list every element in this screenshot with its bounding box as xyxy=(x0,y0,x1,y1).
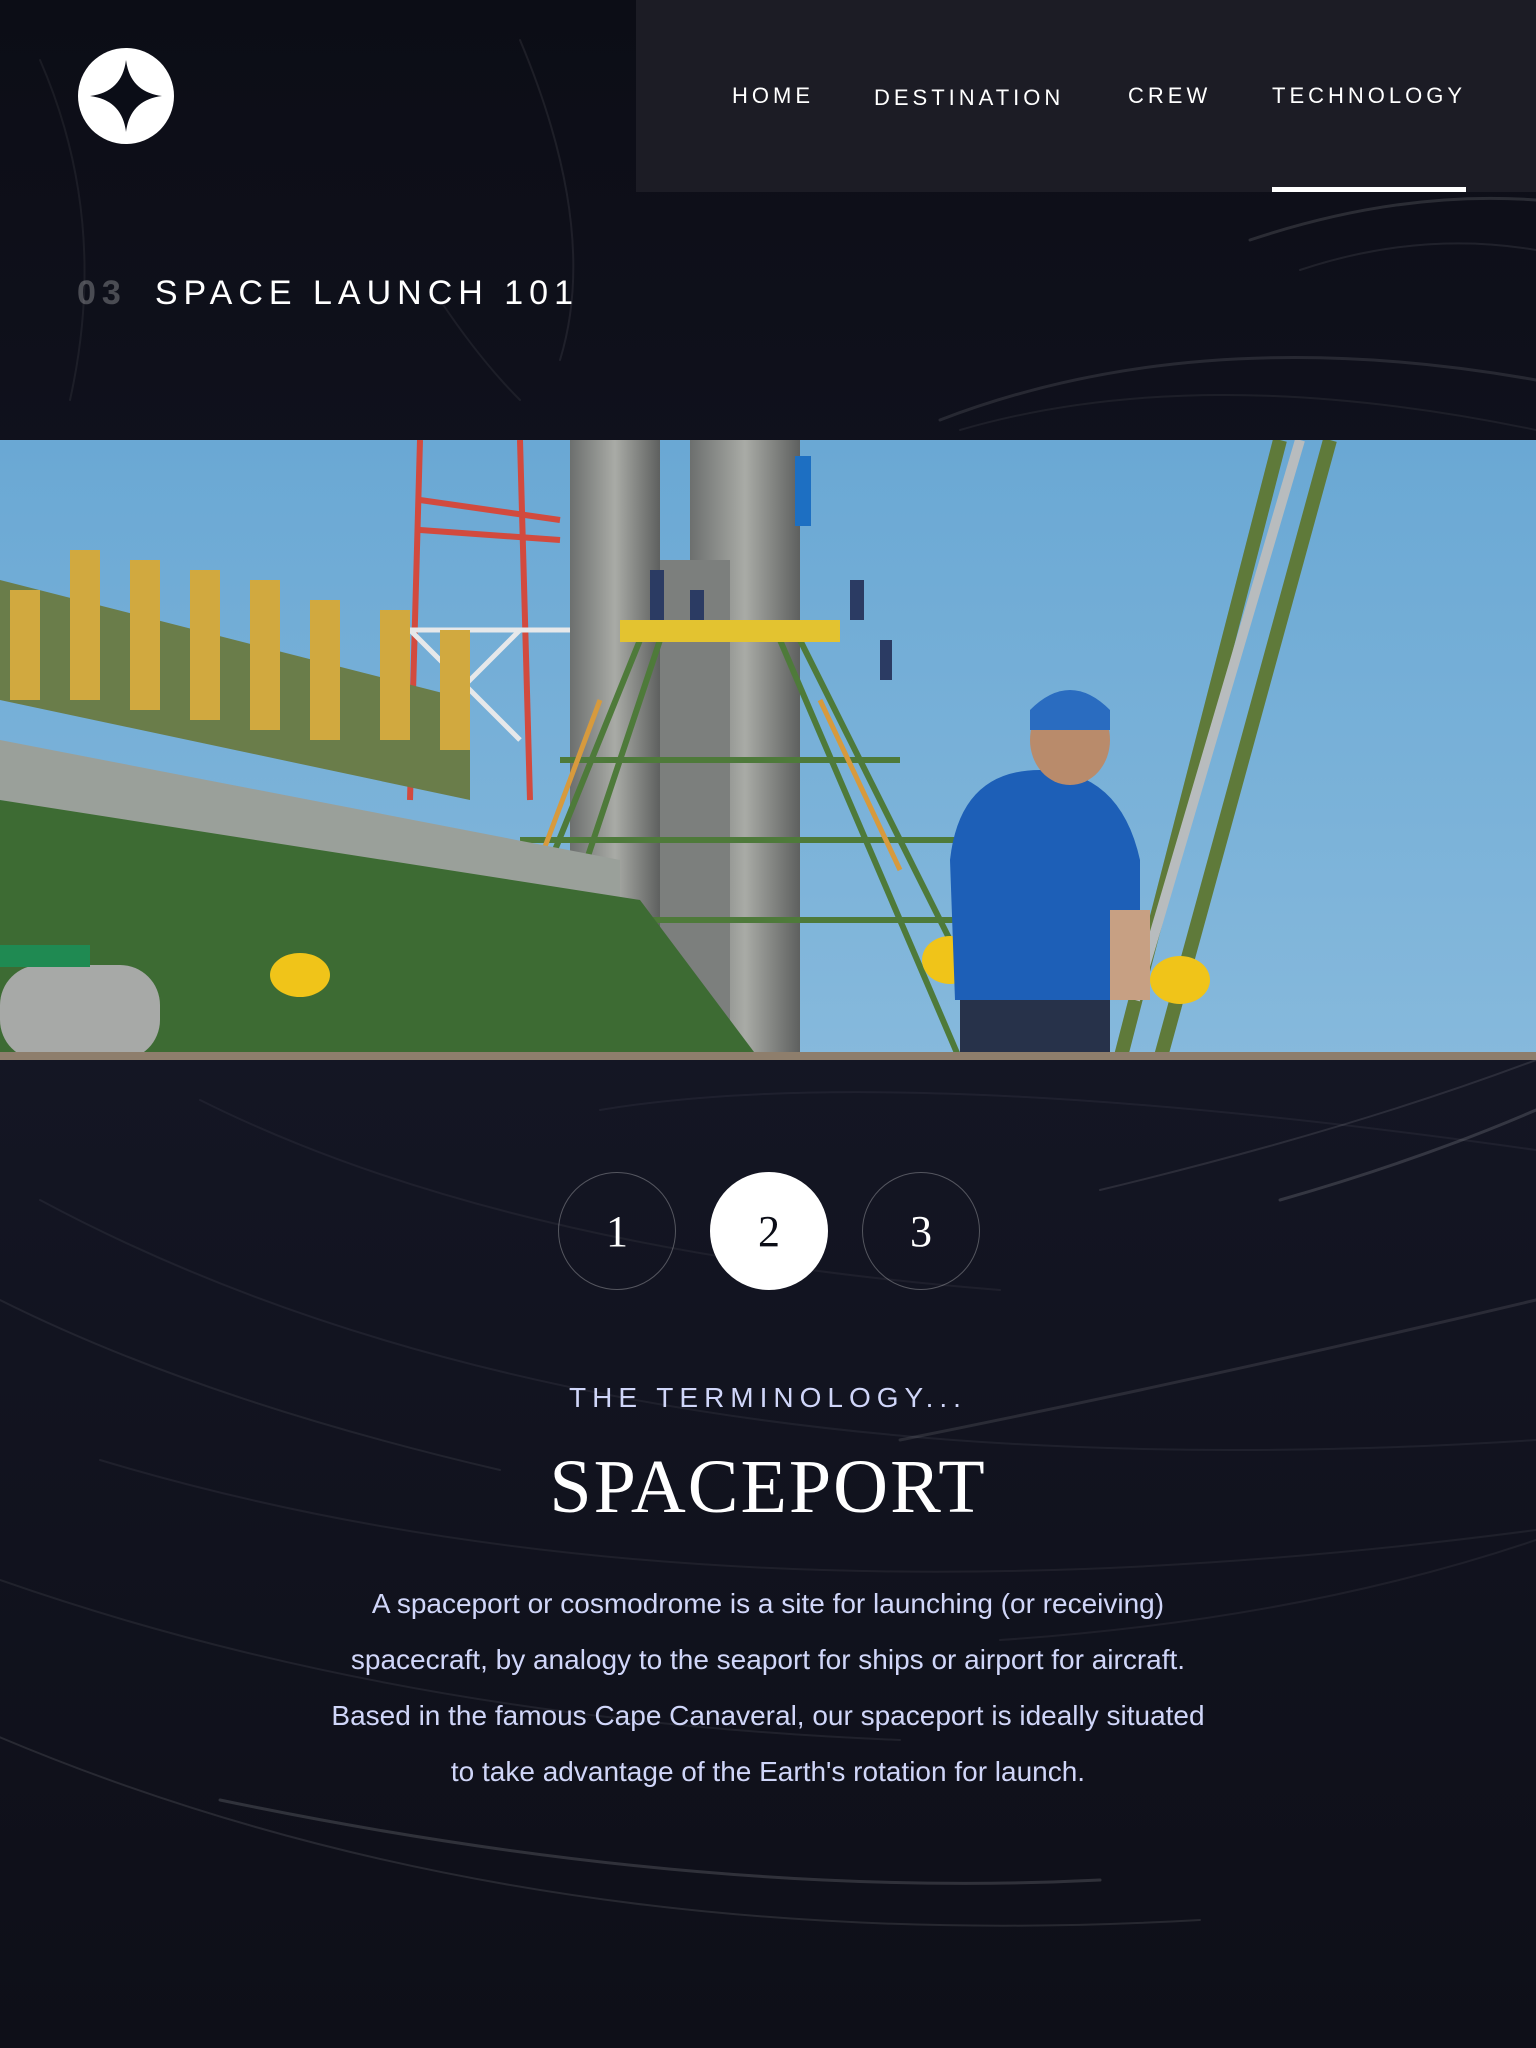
nav-home-label: HOME xyxy=(732,83,814,108)
page-title-text: SPACE LAUNCH 101 xyxy=(154,274,579,312)
slide-button-2[interactable]: 2 xyxy=(710,1172,828,1290)
technology-description: A spaceport or cosmodrome is a site for … xyxy=(331,1588,1205,1787)
nav-technology-label: TECHNOLOGY xyxy=(1272,83,1467,108)
terminology-eyebrow: THE TERMINOLOGY... xyxy=(569,1382,967,1413)
technology-name: SPACEPORT xyxy=(549,1445,987,1529)
page-number: 03 xyxy=(77,274,127,312)
nav-home[interactable]: HOME xyxy=(732,0,814,192)
nav-technology[interactable]: TECHNOLOGY xyxy=(1272,0,1467,192)
launch-pad-photo xyxy=(0,440,1536,1060)
slide-button-1-label: 1 xyxy=(606,1206,628,1256)
slide-button-1[interactable]: 1 xyxy=(558,1172,676,1290)
slide-button-3[interactable]: 3 xyxy=(862,1172,980,1290)
main-navigation: HOME DESTINATION CREW TECHNOLOGY xyxy=(636,0,1536,192)
slide-selector: 1 2 3 xyxy=(0,1172,1536,1292)
slide-button-3-label: 3 xyxy=(910,1206,932,1256)
nav-crew[interactable]: CREW xyxy=(1128,0,1211,192)
nav-crew-label: CREW xyxy=(1128,83,1212,108)
nav-destination-label: DESTINATION xyxy=(874,85,1065,110)
four-point-star-icon[interactable] xyxy=(78,48,174,144)
slide-button-2-label: 2 xyxy=(758,1206,780,1256)
nav-destination[interactable]: DESTINATION xyxy=(874,2,1064,194)
page-title: 03 SPACE LAUNCH 101 xyxy=(77,274,579,313)
